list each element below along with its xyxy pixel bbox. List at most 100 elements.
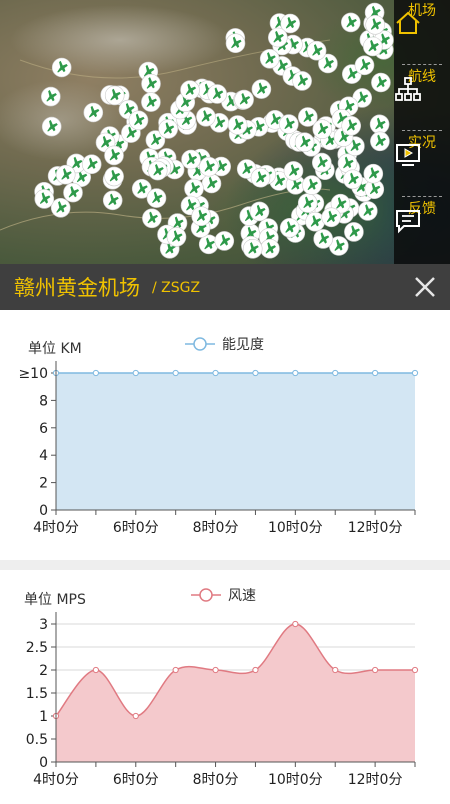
x-tick-label: 8时0分 (193, 520, 239, 536)
x-tick-label: 6时0分 (113, 772, 159, 788)
airport-marker[interactable] (342, 169, 363, 190)
airport-marker[interactable] (102, 190, 123, 211)
nav-item-feedback[interactable]: 反馈 (394, 198, 450, 260)
airport-marker[interactable] (292, 71, 312, 91)
airport-marker[interactable] (297, 193, 318, 213)
airport-marker[interactable] (147, 160, 168, 181)
airport-marker[interactable] (104, 166, 124, 187)
nav-item-routes[interactable]: 航线 (394, 66, 450, 128)
airport-marker[interactable] (146, 188, 167, 208)
airport-marker[interactable] (181, 149, 201, 170)
airport-marker[interactable] (141, 73, 161, 94)
airport-marker[interactable] (344, 222, 364, 242)
rail-divider (402, 130, 442, 131)
x-tick-label: 8时0分 (193, 772, 239, 788)
airport-marker[interactable] (283, 161, 304, 181)
airport-marker[interactable] (251, 79, 272, 99)
airport-marker[interactable] (302, 175, 322, 195)
airport-marker[interactable] (279, 218, 300, 238)
airport-marker[interactable] (83, 102, 104, 123)
x-tick-label: 12时0分 (348, 520, 403, 536)
airport-marker[interactable] (371, 72, 391, 93)
data-point (212, 666, 219, 674)
airport-marker[interactable] (199, 156, 219, 177)
airport-marker[interactable] (166, 227, 187, 247)
airport-marker[interactable] (104, 85, 125, 106)
data-point (132, 369, 139, 377)
airport-marker[interactable] (184, 178, 204, 199)
home-icon (396, 11, 420, 34)
airport-marker[interactable] (242, 239, 263, 259)
airport-marker[interactable] (81, 154, 102, 174)
rail-divider (402, 64, 442, 65)
airport-marker[interactable] (354, 55, 375, 76)
airport-marker[interactable] (191, 206, 211, 226)
airport-marker[interactable] (249, 201, 270, 222)
airport-marker[interactable] (278, 114, 299, 134)
airport-marker[interactable] (128, 110, 149, 131)
airport-marker[interactable] (227, 115, 248, 135)
airport-marker[interactable] (234, 89, 254, 110)
airport-marker[interactable] (142, 208, 162, 229)
data-point (92, 666, 99, 674)
chart-unit-label: 单位 KM (28, 341, 82, 357)
airport-marker[interactable] (313, 229, 334, 249)
data-point (132, 712, 139, 720)
feedback-icon (396, 210, 420, 234)
airport-map[interactable]: 机场 航线 实况 反馈 (0, 0, 450, 264)
airport-marker[interactable] (40, 86, 61, 107)
y-tick-label: ≥10 (18, 366, 48, 382)
airport-marker[interactable] (370, 131, 390, 152)
x-tick-label: 4时0分 (33, 772, 79, 788)
airport-marker[interactable] (294, 132, 315, 152)
airport-marker[interactable] (63, 182, 83, 203)
airport-marker[interactable] (34, 189, 55, 209)
airport-marker[interactable] (357, 201, 378, 221)
airport-marker[interactable] (214, 231, 235, 251)
airport-marker[interactable] (158, 119, 178, 139)
airport-marker[interactable] (201, 173, 222, 194)
nav-item-live[interactable]: 实况 (394, 132, 450, 194)
airport-marker[interactable] (50, 198, 71, 218)
wind-speed-chart-panel: 单位 MPS 风速 0 0.5 1 1.5 2 2.5 3 4时0分 6时0分 8时0分 10时0分… (0, 570, 450, 800)
airport-marker[interactable] (51, 57, 72, 78)
x-tick-label: 12时0分 (348, 772, 403, 788)
airport-marker[interactable] (104, 145, 124, 166)
airport-marker[interactable] (141, 92, 161, 112)
airport-marker[interactable] (259, 48, 280, 69)
airport-marker[interactable] (250, 167, 271, 188)
airport-marker[interactable] (365, 14, 386, 35)
airport-marker[interactable] (207, 84, 227, 104)
airport-marker[interactable] (362, 36, 383, 57)
airport-marker[interactable] (196, 107, 216, 127)
airport-title-bar: 赣州黄金机场 / ZSGZ (0, 264, 450, 310)
airport-marker[interactable] (306, 40, 327, 61)
data-point (252, 369, 259, 377)
airport-marker[interactable] (369, 114, 390, 135)
airport-marker[interactable] (312, 119, 333, 139)
airport-marker[interactable] (311, 152, 332, 173)
airport-marker[interactable] (41, 116, 62, 137)
airport-marker[interactable] (225, 33, 246, 54)
data-point (252, 666, 259, 674)
y-tick-label: 3 (39, 617, 48, 633)
airport-marker[interactable] (260, 238, 280, 259)
nav-item-airport[interactable]: 机场 (394, 0, 450, 62)
airport-marker[interactable] (55, 164, 76, 185)
airport-marker[interactable] (363, 163, 384, 184)
data-point (372, 369, 379, 377)
y-tick-label: 1.5 (26, 686, 48, 702)
rail-divider (402, 196, 442, 197)
airport-marker[interactable] (340, 12, 361, 33)
airport-marker[interactable] (321, 207, 342, 228)
wind-speed-chart: 单位 MPS 风速 0 0.5 1 1.5 2 2.5 3 4时0分 6时0分 8时0分 10时0分… (24, 588, 419, 788)
airport-code: / ZSGZ (152, 280, 201, 296)
airport-marker[interactable] (180, 80, 200, 100)
airport-marker[interactable] (341, 116, 362, 136)
y-tick-label: 1 (39, 709, 48, 725)
data-point (372, 666, 379, 674)
series-area (56, 624, 415, 762)
airport-markers-layer[interactable] (0, 0, 450, 264)
close-button[interactable] (410, 272, 440, 302)
airport-marker[interactable] (267, 27, 288, 48)
